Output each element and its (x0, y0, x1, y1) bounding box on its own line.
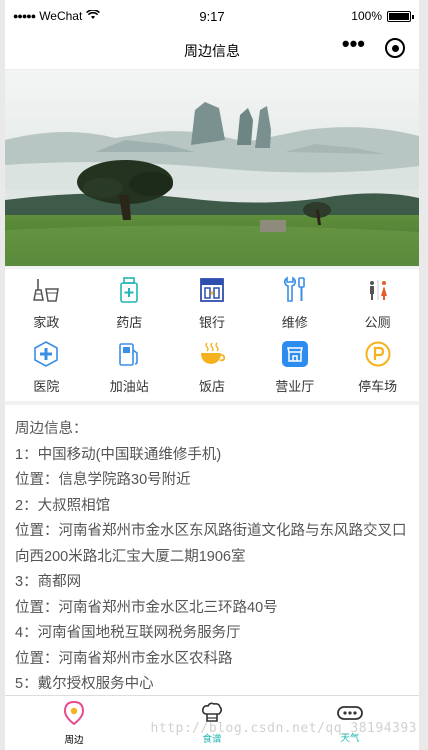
service-parking[interactable]: 停车场 (336, 335, 419, 395)
coffee-cup-icon (197, 339, 227, 369)
battery-percent: 100% (351, 9, 382, 23)
tab-label: 周边 (64, 734, 84, 746)
status-bar: ●●●●● WeChat 9:17 100% (5, 0, 419, 32)
parking-icon (363, 339, 393, 369)
service-label: 营业厅 (275, 379, 315, 394)
page-title: 周边信息 (184, 42, 240, 59)
gas-station-icon (114, 339, 144, 369)
phone-frame: ●●●●● WeChat 9:17 100% 周边信息 ••• 家政 药店 银行… (5, 0, 419, 750)
hospital-cross-icon (31, 339, 61, 369)
service-label: 银行 (198, 315, 225, 330)
service-pharmacy[interactable]: 药店 (88, 271, 171, 331)
info-line: 位置：河南省郑州市金水区北三环路40号 (15, 599, 278, 616)
banner-image (5, 70, 419, 266)
nearby-info-panel: 周边信息： 1：中国移动(中国联通维修手机) 位置：信息学院路30号附近 2：大… (5, 405, 419, 705)
info-line: 5：戴尔授权服务中心 (15, 676, 154, 692)
service-label: 维修 (281, 315, 308, 330)
signal-icon: ●●●●● (13, 11, 36, 21)
restroom-icon (363, 275, 393, 305)
info-line: 位置：信息学院路30号附近 (15, 472, 191, 488)
service-hospital[interactable]: 医院 (5, 335, 88, 395)
service-hall-icon (280, 339, 310, 369)
info-heading: 周边信息： (15, 421, 88, 437)
status-right: 100% (351, 9, 414, 23)
service-label: 饭店 (198, 379, 225, 394)
tab-nearby[interactable]: 周边 (5, 696, 143, 750)
wrench-screwdriver-icon (280, 275, 310, 305)
info-line: 2：大叔照相馆 (15, 497, 111, 514)
service-label: 停车场 (358, 379, 398, 394)
carrier-label: WeChat (39, 9, 83, 23)
service-label: 公厕 (364, 315, 391, 330)
info-line: 3：商都网 (15, 574, 82, 590)
medicine-bottle-icon (114, 275, 144, 305)
info-line: 位置：河南省郑州市金水区农科路 (15, 650, 233, 667)
location-pin-icon (63, 700, 85, 730)
service-housekeeping[interactable]: 家政 (5, 271, 88, 331)
bank-icon (197, 275, 227, 305)
nav-bar: 周边信息 ••• (5, 32, 419, 70)
service-business-hall[interactable]: 营业厅 (253, 335, 336, 395)
mini-program-capsule: ••• (342, 33, 405, 58)
wifi-icon (86, 9, 101, 23)
service-grid: 家政 药店 银行 维修 公厕 医院 加油站 饭店 营业厅 停车场 (5, 269, 419, 401)
watermark: http://blog.csdn.net/qq_38194393 (150, 721, 417, 736)
service-label: 药店 (116, 315, 143, 330)
info-line: 4：河南省国地税互联网税务服务厅 (15, 625, 241, 641)
more-icon[interactable]: ••• (342, 33, 365, 55)
service-label: 家政 (33, 315, 60, 330)
service-label: 加油站 (109, 379, 149, 394)
status-left: ●●●●● WeChat (13, 9, 101, 23)
close-mini-program-icon[interactable] (385, 38, 405, 58)
service-restroom[interactable]: 公厕 (336, 271, 419, 331)
service-restaurant[interactable]: 饭店 (171, 335, 254, 395)
battery-fill (389, 12, 409, 20)
battery-icon (387, 10, 414, 22)
broom-bucket-icon (31, 275, 61, 305)
service-bank[interactable]: 银行 (171, 271, 254, 331)
service-repair[interactable]: 维修 (253, 271, 336, 331)
info-line: 1：中国移动(中国联通维修手机) (15, 446, 222, 463)
service-label: 医院 (33, 379, 60, 394)
service-gas-station[interactable]: 加油站 (88, 335, 171, 395)
info-line: 位置：河南省郑州市金水区东风路街道文化路与东风路交叉口向西200米路北汇宝大厦二… (15, 523, 407, 565)
